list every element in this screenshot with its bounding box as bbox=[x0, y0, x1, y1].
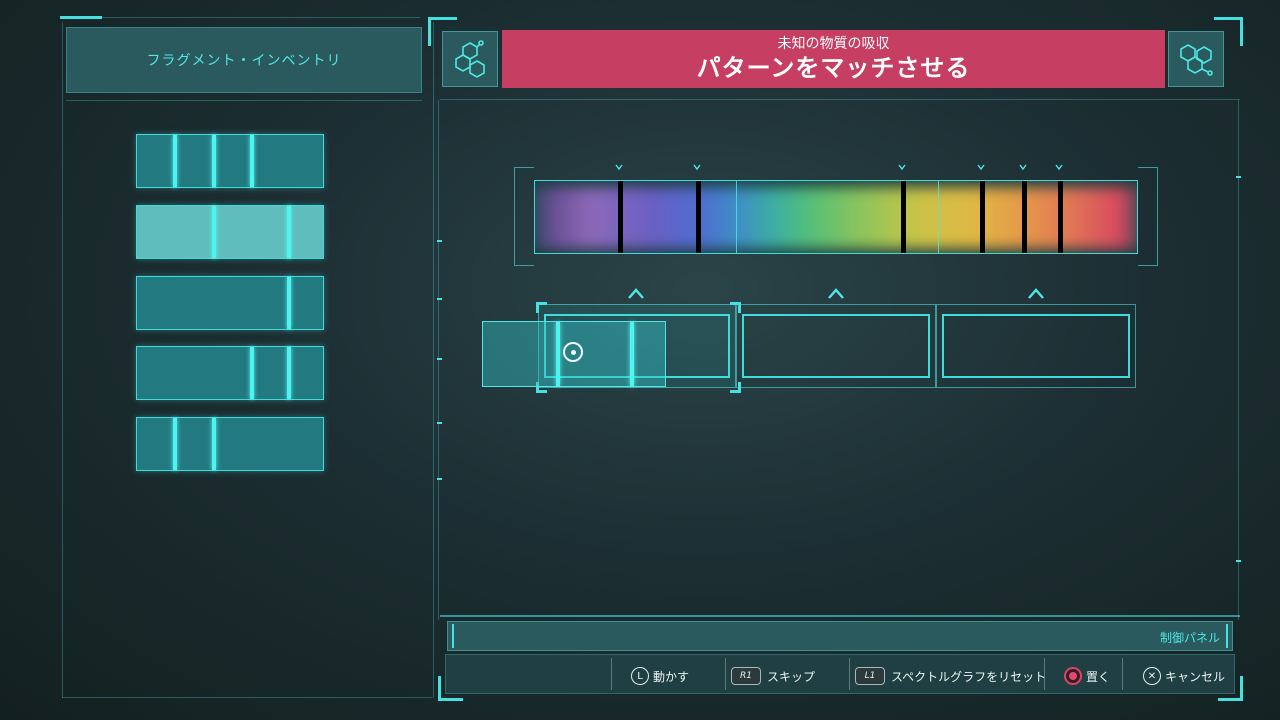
inventory-fragment-3[interactable] bbox=[136, 276, 324, 330]
frame-tick bbox=[437, 358, 442, 360]
inventory-fragment-5[interactable] bbox=[136, 417, 324, 471]
spectrum-bracket-right bbox=[1138, 167, 1158, 266]
spectrum-marker-icon bbox=[615, 164, 623, 172]
prompt-separator bbox=[611, 658, 612, 690]
control-panel-accent bbox=[452, 624, 454, 648]
fragment-line bbox=[250, 135, 254, 187]
selection-bracket bbox=[730, 302, 741, 313]
move-label: 動かす bbox=[653, 669, 690, 684]
inventory-top-accent bbox=[60, 16, 102, 19]
fragment-line bbox=[212, 206, 216, 258]
frame-tick bbox=[437, 478, 442, 480]
frame-tick bbox=[1236, 176, 1241, 178]
selection-bracket bbox=[730, 382, 741, 393]
spectrum-marker-icon bbox=[977, 164, 985, 172]
l1-button-icon: L1 bbox=[855, 667, 885, 685]
prompt-separator bbox=[725, 658, 726, 690]
spectrum-segment-divider bbox=[736, 181, 737, 253]
hexagon-molecule-icon bbox=[442, 31, 498, 87]
chevron-up-icon bbox=[826, 285, 846, 301]
spectrum-absorption-line bbox=[696, 181, 701, 253]
inventory-fragment-2[interactable] bbox=[136, 205, 324, 259]
fragment-line bbox=[212, 418, 216, 470]
objective-banner: 未知の物質の吸収 パターンをマッチさせる bbox=[502, 30, 1165, 88]
spectrum-marker-icon bbox=[1055, 164, 1063, 172]
spectrum-marker-icon bbox=[1019, 164, 1027, 172]
main-panel-right-rule bbox=[1238, 100, 1239, 620]
fragment-line bbox=[630, 322, 634, 386]
cursor-icon[interactable] bbox=[563, 342, 583, 362]
control-panel-rule bbox=[440, 615, 1240, 617]
frame-tick bbox=[1236, 560, 1241, 562]
spectrum-marker-icon bbox=[693, 164, 701, 172]
spectrum-absorption-line bbox=[618, 181, 623, 253]
frame-tick bbox=[437, 240, 442, 242]
spectrum-absorption-line bbox=[901, 181, 906, 253]
inventory-bottom-rule bbox=[62, 697, 432, 698]
cancel-label: キャンセル bbox=[1165, 669, 1226, 684]
slot-inner bbox=[942, 314, 1130, 378]
spectrum-segment-divider bbox=[938, 181, 939, 253]
frame-tick bbox=[437, 298, 442, 300]
control-panel-accent bbox=[1226, 624, 1228, 648]
fragment-line bbox=[287, 277, 291, 329]
button-prompts bbox=[445, 654, 1235, 694]
game-screen: フラグメント・インベントリ 未知の物質の吸収 パターンをマッチさせる 制御パネル… bbox=[0, 0, 1280, 720]
cross-button-icon: ✕ bbox=[1143, 667, 1161, 685]
chevron-up-icon bbox=[626, 285, 646, 301]
spectrum-absorption-line bbox=[1058, 181, 1063, 253]
frame-tick bbox=[437, 422, 442, 424]
fragment-line bbox=[173, 135, 177, 187]
spectrum-marker-icon bbox=[898, 164, 906, 172]
prompt-separator bbox=[849, 658, 850, 690]
fragment-line bbox=[250, 347, 254, 399]
slot-inner bbox=[742, 314, 930, 378]
place-label: 置く bbox=[1086, 669, 1111, 684]
inventory-top-rule bbox=[102, 17, 420, 18]
place-prompt[interactable]: 置く bbox=[1064, 660, 1110, 692]
cancel-prompt[interactable]: ✕ キャンセル bbox=[1143, 660, 1225, 692]
reset-spectrum-prompt[interactable]: L1 スペクトルグラフをリセット bbox=[855, 660, 1046, 692]
fragment-slot-3[interactable] bbox=[936, 304, 1136, 388]
main-panel-left-rule bbox=[438, 100, 439, 620]
prompt-separator bbox=[1044, 658, 1045, 690]
r1-button-icon: R1 bbox=[731, 667, 761, 685]
hexagon-molecule-icon bbox=[1168, 31, 1224, 87]
control-panel-bar bbox=[447, 621, 1233, 651]
circle-button-icon bbox=[1064, 667, 1082, 685]
spectrum-gradient bbox=[535, 187, 1137, 249]
skip-label: スキップ bbox=[767, 669, 816, 684]
l-stick-icon: L bbox=[631, 667, 649, 685]
inventory-fragment-4[interactable] bbox=[136, 346, 324, 400]
main-panel-top-rule bbox=[440, 99, 1240, 100]
reset-spectrum-label: スペクトルグラフをリセット bbox=[891, 669, 1047, 684]
prompt-separator bbox=[1122, 658, 1123, 690]
selection-bracket bbox=[536, 302, 547, 313]
fragment-line bbox=[287, 206, 291, 258]
spectrum-absorption-line bbox=[980, 181, 985, 253]
move-prompt[interactable]: L 動かす bbox=[631, 660, 689, 692]
objective-subtitle: 未知の物質の吸収 bbox=[777, 36, 890, 52]
fragment-slot-2[interactable] bbox=[736, 304, 936, 388]
inventory-title: フラグメント・インベントリ bbox=[66, 27, 422, 93]
objective-title: パターンをマッチさせる bbox=[696, 54, 971, 82]
fragment-line bbox=[173, 418, 177, 470]
target-spectrum bbox=[534, 180, 1138, 254]
skip-prompt[interactable]: R1 スキップ bbox=[731, 660, 815, 692]
cursor-dot bbox=[570, 349, 576, 355]
inventory-header-rule bbox=[66, 100, 422, 101]
fragment-line bbox=[212, 135, 216, 187]
spectrum-bracket-left bbox=[514, 167, 534, 266]
inventory-fragment-1[interactable] bbox=[136, 134, 324, 188]
fragment-line bbox=[287, 347, 291, 399]
chevron-up-icon bbox=[1026, 285, 1046, 301]
control-panel-label: 制御パネル bbox=[1159, 631, 1220, 645]
spectrum-absorption-line bbox=[1022, 181, 1027, 253]
fragment-line bbox=[556, 322, 560, 386]
